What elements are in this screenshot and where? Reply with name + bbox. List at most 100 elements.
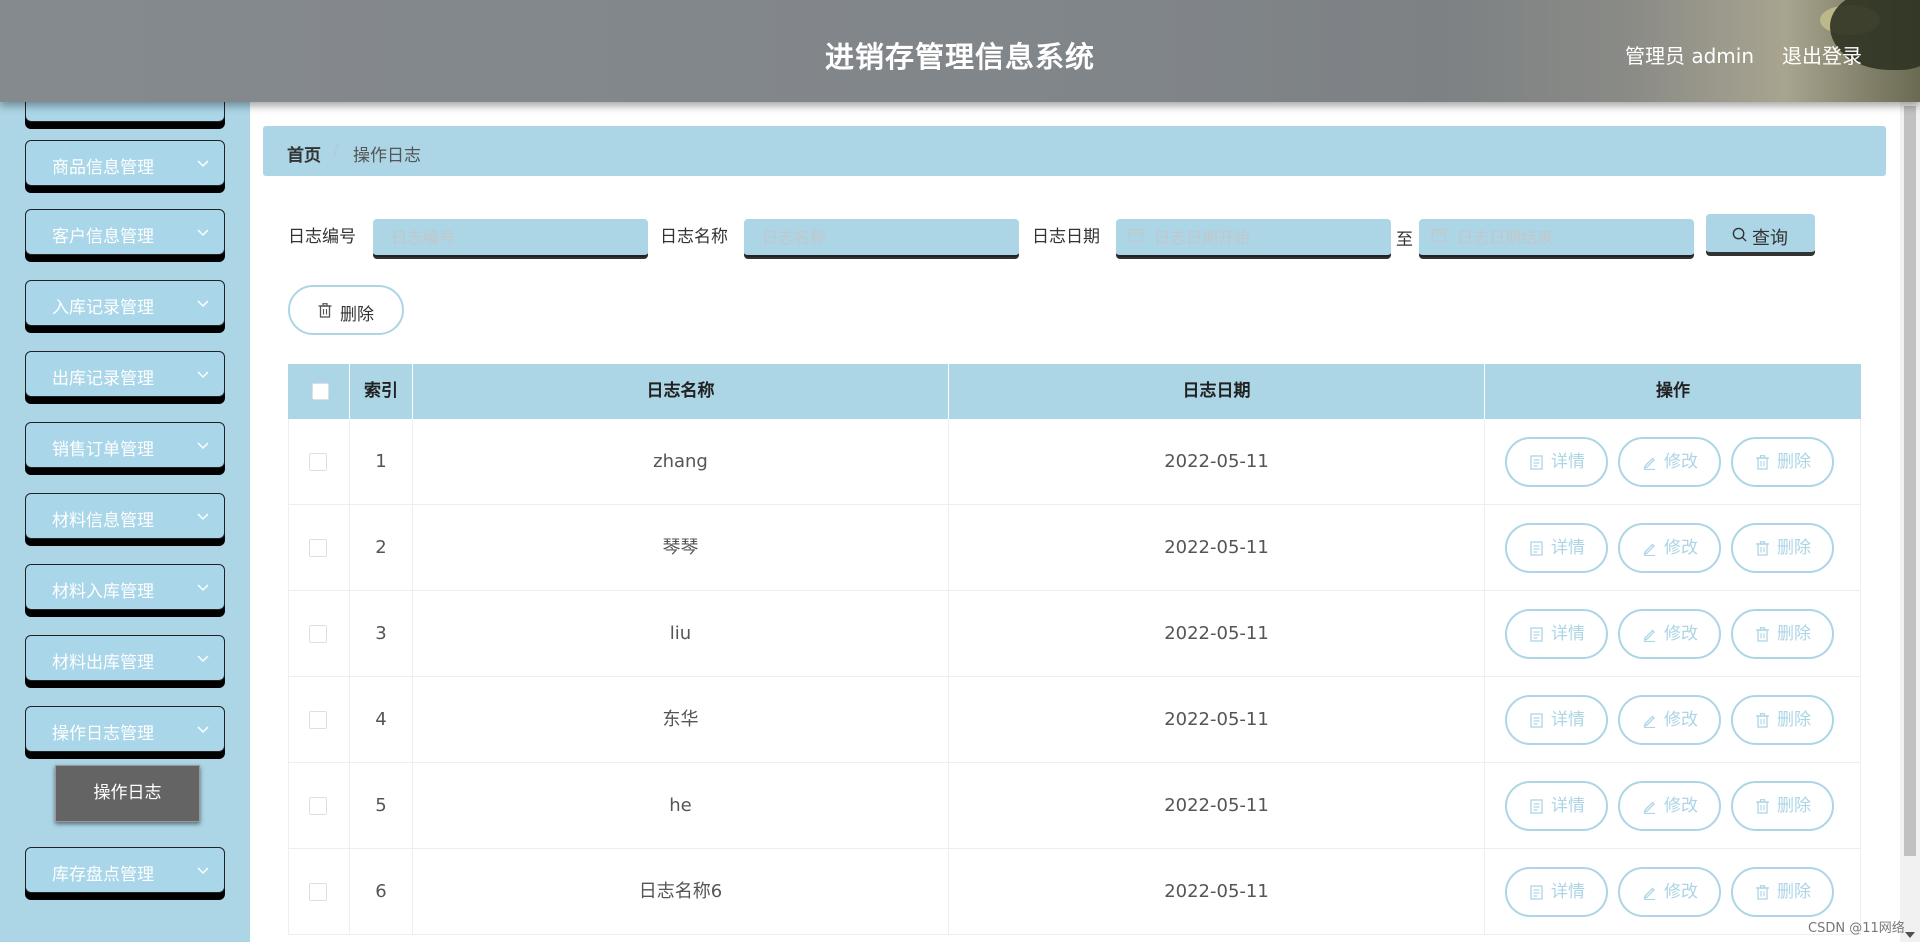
chevron-down-icon — [197, 655, 209, 663]
detail-button[interactable]: 详情 — [1505, 695, 1608, 745]
row-log-date: 2022-05-11 — [949, 677, 1485, 763]
date-end-input[interactable] — [1419, 219, 1694, 257]
chevron-down-icon — [197, 442, 209, 450]
date-start-input[interactable] — [1116, 219, 1391, 257]
page-scrollbar[interactable] — [1900, 102, 1920, 942]
detail-button[interactable]: 详情 — [1505, 523, 1608, 573]
delete-button-label: 删除 — [1777, 452, 1811, 472]
batch-delete-label: 删除 — [340, 305, 374, 325]
sidebar-subitem-operation-log[interactable]: 操作日志 — [55, 765, 200, 822]
detail-button-label: 详情 — [1551, 452, 1585, 472]
date-start-field[interactable] — [1116, 219, 1391, 257]
sidebar-item[interactable]: 销售订单管理 — [25, 422, 225, 468]
log-date-label: 日志日期 — [1032, 227, 1100, 247]
row-actions: 详情 修改 删除 — [1485, 591, 1861, 677]
sidebar-item[interactable]: 商品信息管理 — [25, 140, 225, 186]
delete-button[interactable]: 删除 — [1731, 867, 1834, 917]
column-header-index: 索引 — [350, 364, 413, 419]
detail-button[interactable]: 详情 — [1505, 867, 1608, 917]
select-all-checkbox[interactable] — [312, 383, 329, 400]
edit-button[interactable]: 修改 — [1618, 437, 1721, 487]
sidebar-item-label: 商品信息管理 — [52, 158, 154, 178]
delete-button[interactable]: 删除 — [1731, 781, 1834, 831]
sidebar-item[interactable]: 材料出库管理 — [25, 635, 225, 681]
edit-icon — [1643, 801, 1655, 814]
delete-button[interactable]: 删除 — [1731, 609, 1834, 659]
log-name-input[interactable] — [744, 219, 1019, 257]
batch-delete-button[interactable]: 删除 — [288, 285, 404, 335]
detail-button[interactable]: 详情 — [1505, 609, 1608, 659]
row-log-date: 2022-05-11 — [949, 591, 1485, 677]
logout-link[interactable]: 退出登录 — [1782, 40, 1862, 69]
edit-button[interactable]: 修改 — [1618, 609, 1721, 659]
row-actions: 详情 修改 删除 — [1485, 419, 1861, 505]
edit-button-label: 修改 — [1664, 710, 1698, 730]
table-row: 1 zhang 2022-05-11 详情 修改 删除 — [288, 419, 1861, 505]
watermark: CSDN @11网络 — [1808, 921, 1905, 936]
detail-button[interactable]: 详情 — [1505, 437, 1608, 487]
row-checkbox[interactable] — [309, 883, 327, 901]
row-actions: 详情 修改 删除 — [1485, 677, 1861, 763]
delete-button[interactable]: 删除 — [1731, 523, 1834, 573]
sidebar-item[interactable]: 入库记录管理 — [25, 280, 225, 326]
delete-button[interactable]: 删除 — [1731, 695, 1834, 745]
row-select-cell — [288, 591, 350, 677]
trash-icon — [1756, 455, 1769, 470]
trash-icon — [1756, 627, 1769, 642]
trash-icon — [1756, 541, 1769, 556]
table-row: 2 琴琴 2022-05-11 详情 修改 删除 — [288, 505, 1861, 591]
edit-button[interactable]: 修改 — [1618, 781, 1721, 831]
sidebar-item[interactable]: 库存盘点管理 — [25, 847, 225, 893]
edit-button[interactable]: 修改 — [1618, 695, 1721, 745]
document-icon — [1530, 627, 1543, 642]
edit-button[interactable]: 修改 — [1618, 523, 1721, 573]
row-index: 2 — [350, 505, 413, 591]
date-end-field[interactable] — [1419, 219, 1694, 257]
delete-button[interactable]: 删除 — [1731, 437, 1834, 487]
row-checkbox[interactable] — [309, 539, 327, 557]
detail-button-label: 详情 — [1551, 796, 1585, 816]
delete-button-label: 删除 — [1777, 710, 1811, 730]
chevron-down-icon — [197, 726, 209, 734]
sidebar-item[interactable]: 材料信息管理 — [25, 493, 225, 539]
sidebar-item[interactable]: 操作日志管理 — [25, 706, 225, 752]
scrollbar-thumb[interactable] — [1904, 106, 1916, 856]
document-icon — [1530, 541, 1543, 556]
detail-button[interactable]: 详情 — [1505, 781, 1608, 831]
delete-button-label: 删除 — [1777, 882, 1811, 902]
sidebar-item-label: 入库记录管理 — [52, 298, 154, 318]
row-checkbox[interactable] — [309, 711, 327, 729]
sidebar-item[interactable]: 客户信息管理 — [25, 209, 225, 255]
edit-icon — [1643, 543, 1655, 556]
detail-button-label: 详情 — [1551, 882, 1585, 902]
chevron-down-icon — [197, 229, 209, 237]
log-no-input[interactable] — [373, 219, 648, 257]
edit-button-label: 修改 — [1664, 624, 1698, 644]
query-button[interactable]: 查询 — [1706, 214, 1815, 254]
breadcrumb-home[interactable]: 首页 — [287, 141, 321, 166]
row-actions: 详情 修改 删除 — [1485, 763, 1861, 849]
scroll-down-arrow[interactable] — [1905, 932, 1915, 938]
row-checkbox[interactable] — [309, 797, 327, 815]
sidebar-item-label: 操作日志管理 — [52, 724, 154, 744]
edit-button-label: 修改 — [1664, 796, 1698, 816]
current-user: 管理员 admin — [1625, 44, 1755, 68]
sidebar-item[interactable]: 出库记录管理 — [25, 351, 225, 397]
row-checkbox[interactable] — [309, 453, 327, 471]
edit-button[interactable]: 修改 — [1618, 867, 1721, 917]
row-index: 1 — [350, 419, 413, 505]
breadcrumb-separator: / — [333, 141, 339, 161]
sidebar-item-label: 库存盘点管理 — [52, 865, 154, 885]
chevron-down-icon — [197, 160, 209, 168]
trash-icon — [1756, 799, 1769, 814]
row-index: 5 — [350, 763, 413, 849]
table-row: 3 liu 2022-05-11 详情 修改 删除 — [288, 591, 1861, 677]
row-log-name: 日志名称6 — [413, 849, 949, 935]
row-checkbox[interactable] — [309, 625, 327, 643]
table-row: 4 东华 2022-05-11 详情 修改 删除 — [288, 677, 1861, 763]
document-icon — [1530, 455, 1543, 470]
edit-button-label: 修改 — [1664, 538, 1698, 558]
sidebar-item[interactable]: 材料入库管理 — [25, 564, 225, 610]
table-header: 索引 日志名称 日志日期 操作 — [288, 364, 1861, 419]
column-header-date: 日志日期 — [949, 364, 1485, 419]
